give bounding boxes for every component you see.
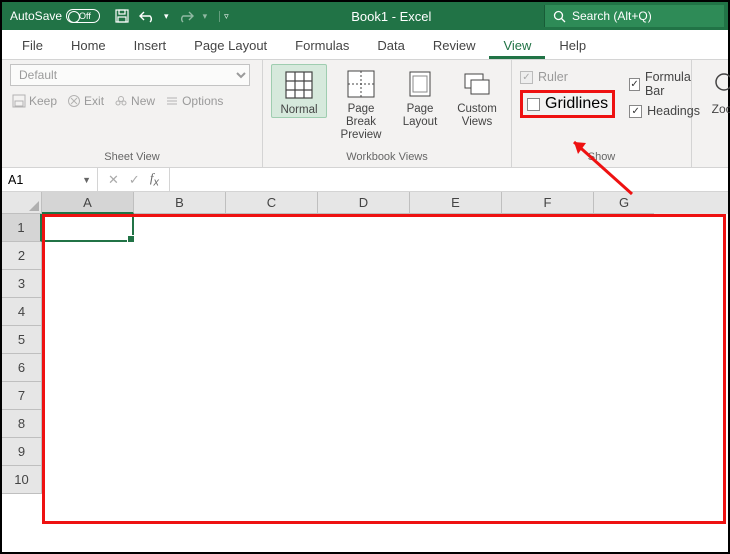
tab-view[interactable]: View	[489, 32, 545, 59]
tab-review[interactable]: Review	[419, 32, 490, 59]
row-header[interactable]: 5	[2, 326, 42, 354]
tab-insert[interactable]: Insert	[120, 32, 181, 59]
group-label: Sheet View	[10, 149, 254, 165]
gridlines-checkbox[interactable]: Gridlines	[520, 90, 615, 118]
name-box[interactable]: A1▼	[2, 168, 98, 191]
checkbox-icon[interactable]	[527, 98, 540, 111]
tab-help[interactable]: Help	[545, 32, 600, 59]
tab-file[interactable]: File	[8, 32, 57, 59]
normal-view-button[interactable]: Normal	[271, 64, 327, 118]
fx-icon[interactable]: fx	[150, 170, 159, 189]
row-header[interactable]: 8	[2, 410, 42, 438]
tab-formulas[interactable]: Formulas	[281, 32, 363, 59]
tab-page-layout[interactable]: Page Layout	[180, 32, 281, 59]
column-header[interactable]: A	[42, 192, 134, 214]
column-header[interactable]: D	[318, 192, 410, 214]
headings-checkbox[interactable]: Headings	[629, 104, 700, 118]
row-header[interactable]: 1	[2, 214, 42, 242]
save-icon[interactable]	[114, 8, 130, 24]
quick-access-toolbar: ▾ ▾ ▿	[108, 8, 239, 24]
keep-button[interactable]: Keep	[10, 92, 59, 110]
search-box[interactable]: Search (Alt+Q)	[544, 5, 724, 27]
column-header[interactable]: B	[134, 192, 226, 214]
search-icon	[553, 10, 566, 23]
exit-button[interactable]: Exit	[65, 92, 106, 110]
sheet-view-select[interactable]: Default	[10, 64, 250, 86]
group-workbook-views: Normal Page Break Preview Page Layout Cu…	[263, 60, 512, 167]
checkbox-icon	[520, 71, 533, 84]
formula-input[interactable]	[170, 168, 728, 191]
row-header[interactable]: 10	[2, 466, 42, 494]
undo-icon[interactable]	[138, 9, 156, 23]
formula-bar-buttons: ✕ ✓ fx	[98, 168, 170, 191]
column-header[interactable]: C	[226, 192, 318, 214]
group-zoom: Zoom	[692, 60, 730, 167]
checkbox-icon[interactable]	[629, 78, 640, 91]
search-placeholder: Search (Alt+Q)	[572, 9, 652, 23]
row-headers: 1 2 3 4 5 6 7 8 9 10	[2, 214, 42, 494]
active-cell[interactable]	[42, 214, 134, 242]
document-title: Book1 - Excel	[239, 9, 544, 24]
group-show: Ruler Gridlines Formula Bar Headings Sho…	[512, 60, 692, 167]
group-label: Workbook Views	[271, 149, 503, 165]
row-header[interactable]: 3	[2, 270, 42, 298]
autosave-toggle-switch[interactable]: Off	[66, 9, 100, 23]
enter-icon[interactable]: ✓	[129, 172, 140, 188]
select-all-corner[interactable]	[2, 192, 42, 214]
ruler-checkbox: Ruler	[520, 70, 615, 84]
row-header[interactable]: 2	[2, 242, 42, 270]
tab-home[interactable]: Home	[57, 32, 120, 59]
custom-views-button[interactable]: Custom Views	[451, 64, 503, 129]
column-headers: A B C D E F G	[2, 192, 728, 214]
new-button[interactable]: New	[112, 92, 157, 110]
chevron-down-icon[interactable]: ▼	[82, 175, 91, 185]
autosave-label: AutoSave	[10, 9, 62, 23]
tab-data[interactable]: Data	[363, 32, 418, 59]
column-header[interactable]: F	[502, 192, 594, 214]
column-header[interactable]: G	[594, 192, 654, 214]
ribbon-tabs: File Home Insert Page Layout Formulas Da…	[2, 30, 728, 60]
page-break-preview-button[interactable]: Page Break Preview	[333, 64, 389, 143]
row-header[interactable]: 6	[2, 354, 42, 382]
title-bar: AutoSave Off ▾ ▾ ▿ Book1 - Excel Search …	[2, 2, 728, 30]
row-header[interactable]: 9	[2, 438, 42, 466]
page-layout-button[interactable]: Page Layout	[395, 64, 445, 129]
qat-dropdown-icon[interactable]: ▾	[164, 11, 169, 22]
zoom-button[interactable]: Zoom	[700, 64, 730, 116]
ribbon: Default Keep Exit New Options Sheet View…	[2, 60, 728, 168]
row-header[interactable]: 7	[2, 382, 42, 410]
options-button[interactable]: Options	[163, 92, 225, 110]
formula-bar-row: A1▼ ✕ ✓ fx	[2, 168, 728, 192]
cells-area[interactable]	[42, 214, 728, 494]
qat-dropdown-icon[interactable]: ▾	[203, 11, 208, 22]
cancel-icon[interactable]: ✕	[108, 172, 119, 188]
group-sheet-view: Default Keep Exit New Options Sheet View	[2, 60, 263, 167]
row-header[interactable]: 4	[2, 298, 42, 326]
checkbox-icon[interactable]	[629, 105, 642, 118]
group-label: Show	[520, 149, 683, 165]
column-header[interactable]: E	[410, 192, 502, 214]
qat-overflow-icon[interactable]: ▿	[219, 11, 233, 22]
worksheet-grid[interactable]: A B C D E F G 1 2 3 4 5 6 7 8 9 10	[2, 192, 728, 494]
redo-icon[interactable]	[177, 9, 195, 23]
formula-bar-checkbox[interactable]: Formula Bar	[629, 70, 700, 98]
autosave-toggle[interactable]: AutoSave Off	[2, 9, 108, 23]
